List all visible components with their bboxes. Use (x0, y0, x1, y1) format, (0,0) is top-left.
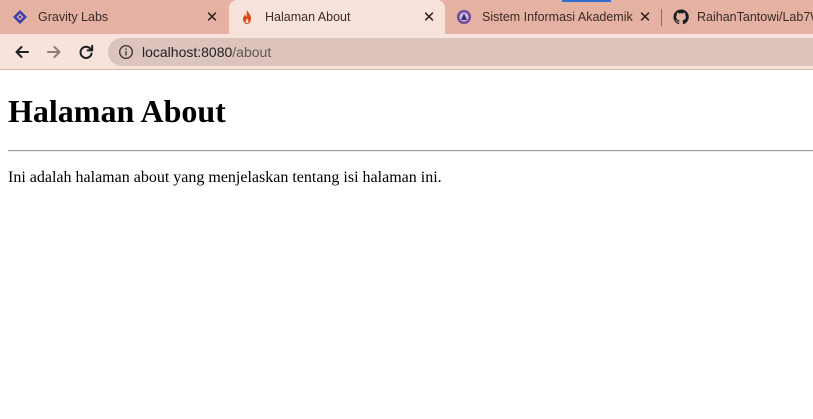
url-host: localhost:8080 (142, 44, 233, 60)
arrow-left-icon (15, 46, 29, 58)
tab-title: Gravity Labs (38, 10, 109, 24)
horizontal-rule (8, 150, 813, 152)
tab-title: RaihanTantowi/Lab7W (697, 10, 813, 24)
page-content: Halaman About Ini adalah halaman about y… (0, 71, 813, 419)
close-tab-icon[interactable]: ✕ (637, 9, 653, 26)
github-icon (673, 9, 689, 25)
tab-gravity-labs[interactable]: Gravity Labs ✕ (12, 0, 228, 34)
codeigniter-flame-icon (239, 9, 255, 25)
reload-button[interactable] (72, 38, 100, 66)
tab-title: Halaman About (265, 10, 351, 24)
gravity-labs-diamond-icon (12, 9, 28, 25)
reload-icon (79, 44, 94, 59)
address-bar[interactable]: localhost:8080/about (108, 38, 813, 66)
address-url: localhost:8080/about (142, 44, 271, 60)
back-button[interactable] (8, 38, 36, 66)
tab-strip: Gravity Labs ✕ Halaman About ✕ Sistem In… (0, 0, 813, 34)
browser-toolbar: localhost:8080/about (0, 34, 813, 70)
tab-sistem-informasi-akademik[interactable]: Sistem Informasi Akademik ✕ (456, 0, 661, 34)
site-info-icon[interactable] (118, 44, 134, 60)
forward-button[interactable] (40, 38, 68, 66)
page-title: Halaman About (8, 93, 226, 129)
tab-github-repo[interactable]: RaihanTantowi/Lab7W (673, 0, 813, 34)
url-path: /about (232, 44, 272, 60)
tab-title: Sistem Informasi Akademik (482, 10, 633, 24)
close-tab-icon[interactable]: ✕ (204, 9, 220, 26)
tab-halaman-about[interactable]: Halaman About ✕ (229, 0, 445, 34)
page-description: Ini adalah halaman about yang menjelaska… (8, 169, 442, 186)
arrow-right-icon (47, 46, 61, 58)
close-tab-icon[interactable]: ✕ (421, 9, 437, 26)
tab-separator (661, 9, 662, 26)
academic-crest-icon (456, 9, 472, 25)
